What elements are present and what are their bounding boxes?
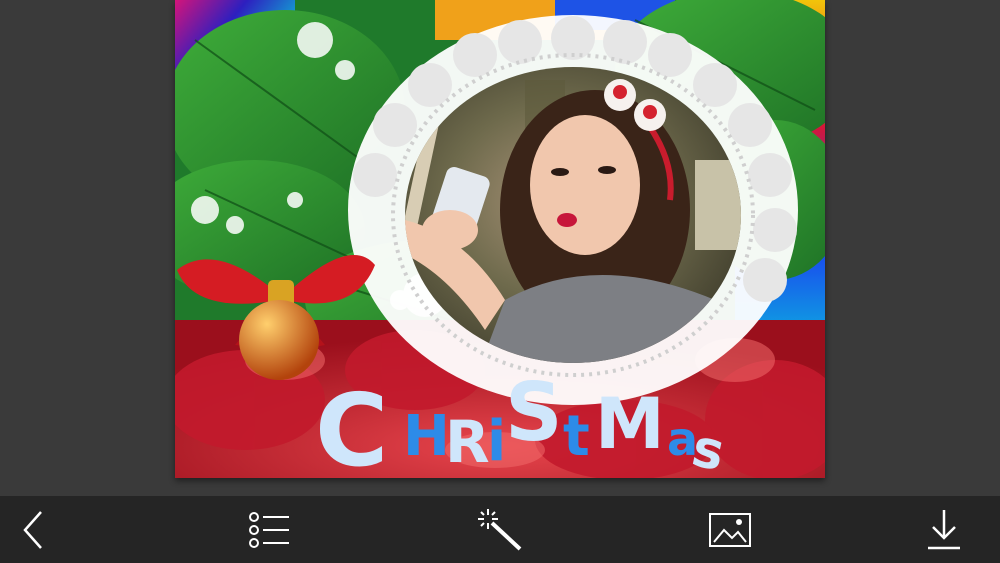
title-letter-m: M: [595, 383, 665, 465]
list-icon: [249, 512, 289, 548]
bottom-toolbar: [0, 496, 1000, 563]
christmas-photo-frame[interactable]: C H R i S t M a s: [175, 0, 825, 478]
title-letter-r: R: [445, 408, 490, 476]
title-letter-t: t: [563, 404, 590, 469]
save-button[interactable]: [918, 504, 970, 556]
frames-list-button[interactable]: [243, 504, 295, 556]
title-letter-c: C: [315, 372, 388, 478]
gallery-button[interactable]: [704, 504, 756, 556]
effects-button[interactable]: [474, 504, 526, 556]
image-icon: [709, 513, 751, 547]
title-letter-h: H: [403, 404, 450, 469]
download-icon: [928, 510, 960, 550]
chevron-left-icon: [23, 511, 42, 549]
title-letter-s: S: [505, 366, 563, 459]
title-letter-i: i: [487, 409, 506, 474]
back-button[interactable]: [9, 504, 61, 556]
frame-artwork: C H R i S t M a s: [175, 0, 825, 478]
editor-canvas: C H R i S t M a s: [0, 0, 1000, 496]
photo-editor-screen: C H R i S t M a s: [0, 0, 1000, 563]
magic-wand-icon: [478, 509, 522, 551]
